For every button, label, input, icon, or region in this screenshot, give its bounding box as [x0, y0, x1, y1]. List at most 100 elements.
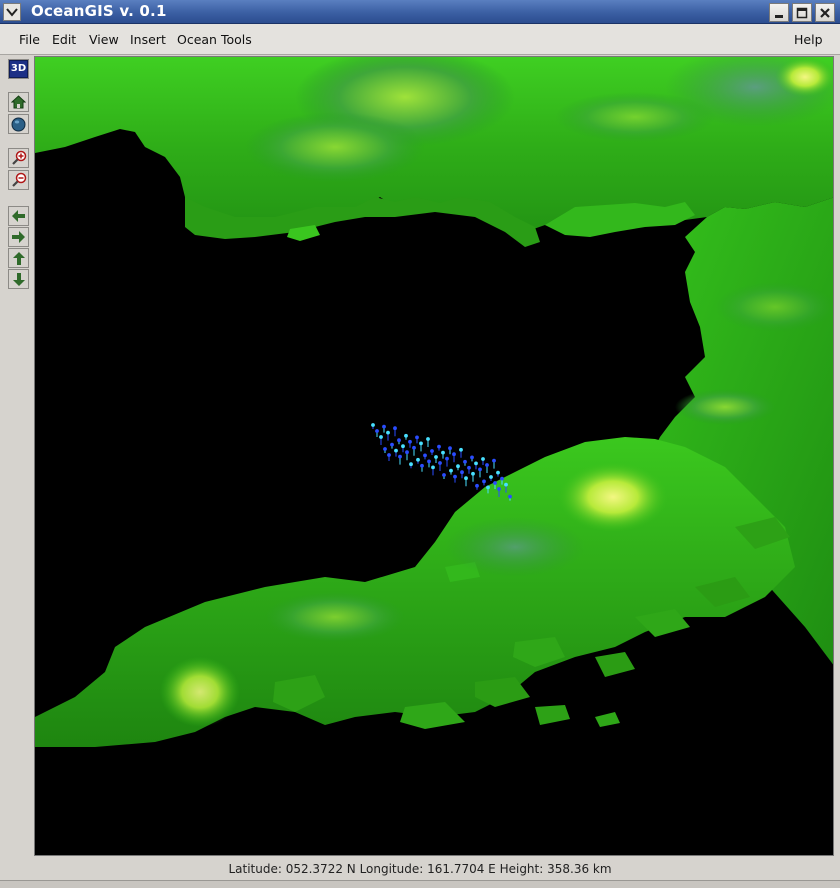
pan-right-button[interactable]	[8, 227, 29, 247]
data-point[interactable]	[474, 461, 478, 466]
maximize-button[interactable]	[792, 3, 812, 22]
data-point[interactable]	[482, 479, 486, 484]
data-point[interactable]	[409, 462, 413, 467]
data-point[interactable]	[382, 424, 386, 429]
data-point[interactable]	[383, 447, 387, 451]
window-menu-button[interactable]	[3, 3, 21, 21]
data-point[interactable]	[404, 433, 408, 438]
data-point[interactable]	[475, 483, 479, 488]
close-icon	[820, 7, 830, 18]
data-point[interactable]	[496, 470, 500, 475]
data-point[interactable]	[489, 475, 493, 479]
data-point[interactable]	[452, 452, 456, 457]
data-point[interactable]	[426, 437, 430, 441]
data-point[interactable]	[445, 456, 449, 461]
status-bar: Latitude: 052.3722 N Longitude: 161.7704…	[0, 858, 840, 880]
zoom-out-icon	[11, 172, 26, 187]
data-point[interactable]	[415, 435, 419, 440]
window-title: OceanGIS v. 0.1	[31, 2, 167, 20]
menu-ocean-tools[interactable]: Ocean Tools	[177, 32, 252, 47]
data-point[interactable]	[478, 467, 482, 472]
zoom-out-button[interactable]	[8, 170, 29, 190]
data-point[interactable]	[387, 453, 391, 457]
data-point[interactable]	[464, 476, 468, 481]
data-point[interactable]	[460, 470, 464, 475]
data-point[interactable]	[420, 463, 424, 468]
mode-3d-label: 3D	[8, 60, 29, 78]
minimize-icon	[775, 14, 783, 18]
zoom-in-button[interactable]	[8, 148, 29, 168]
coordinate-readout: Latitude: 052.3722 N Longitude: 161.7704…	[228, 862, 612, 876]
data-point[interactable]	[437, 444, 441, 449]
close-button[interactable]	[815, 3, 835, 22]
pan-down-button[interactable]	[8, 269, 29, 289]
pan-left-icon	[12, 210, 25, 222]
data-point[interactable]	[497, 487, 501, 491]
data-point[interactable]	[471, 471, 475, 476]
data-point[interactable]	[416, 457, 420, 462]
data-point[interactable]	[492, 458, 496, 463]
data-point[interactable]	[449, 468, 453, 473]
data-point[interactable]	[379, 435, 383, 439]
data-point[interactable]	[393, 426, 397, 431]
data-point[interactable]	[386, 430, 390, 435]
chevron-down-icon	[6, 8, 18, 17]
data-point[interactable]	[390, 442, 394, 447]
terrain-south-landmass	[35, 437, 795, 747]
terrain-render	[35, 57, 833, 747]
data-point[interactable]	[500, 476, 504, 481]
data-point[interactable]	[397, 438, 401, 443]
home-button[interactable]	[8, 92, 29, 112]
data-point[interactable]	[442, 473, 446, 477]
data-point[interactable]	[434, 455, 438, 459]
data-point[interactable]	[493, 481, 497, 485]
data-point[interactable]	[427, 459, 431, 464]
data-point[interactable]	[438, 461, 442, 465]
zoom-in-icon	[11, 150, 26, 165]
pan-up-icon	[12, 251, 25, 265]
data-point[interactable]	[467, 465, 471, 470]
data-point[interactable]	[456, 464, 460, 469]
title-bar[interactable]: OceanGIS v. 0.1	[0, 0, 840, 24]
maximize-icon	[796, 7, 808, 18]
data-point[interactable]	[508, 494, 512, 499]
data-point[interactable]	[504, 482, 508, 487]
menu-file[interactable]: File	[19, 32, 40, 47]
globe-button[interactable]	[8, 114, 29, 134]
data-point[interactable]	[459, 447, 463, 452]
data-point[interactable]	[463, 459, 467, 464]
data-point[interactable]	[448, 446, 452, 451]
pan-up-button[interactable]	[8, 248, 29, 268]
minimize-button[interactable]	[769, 3, 789, 22]
data-point[interactable]	[485, 463, 489, 467]
data-point[interactable]	[371, 423, 375, 427]
menu-insert[interactable]: Insert	[130, 32, 166, 47]
mode-3d-button[interactable]: 3D	[8, 59, 29, 79]
menu-bar: File Edit View Insert Ocean Tools Help	[0, 24, 840, 55]
data-point[interactable]	[401, 444, 405, 449]
pan-right-icon	[12, 231, 25, 243]
pan-down-icon	[12, 272, 25, 286]
navigation-toolbar: 3D	[6, 56, 31, 856]
data-point[interactable]	[486, 485, 490, 490]
globe-icon	[11, 117, 26, 131]
data-point[interactable]	[375, 429, 379, 433]
data-point[interactable]	[419, 441, 423, 446]
data-point[interactable]	[431, 465, 435, 470]
data-point[interactable]	[408, 439, 412, 444]
data-point[interactable]	[405, 450, 409, 455]
data-point[interactable]	[430, 449, 434, 453]
menu-view[interactable]: View	[89, 32, 119, 47]
data-point[interactable]	[394, 448, 398, 453]
data-point[interactable]	[481, 457, 485, 461]
menu-help[interactable]: Help	[794, 32, 823, 47]
data-point[interactable]	[423, 453, 427, 458]
data-point[interactable]	[398, 454, 402, 459]
data-point[interactable]	[441, 450, 445, 455]
data-point[interactable]	[453, 474, 457, 479]
pan-left-button[interactable]	[8, 206, 29, 226]
map-3d-viewport[interactable]	[34, 56, 834, 856]
data-point[interactable]	[470, 455, 474, 460]
data-point[interactable]	[412, 445, 416, 450]
menu-edit[interactable]: Edit	[52, 32, 76, 47]
